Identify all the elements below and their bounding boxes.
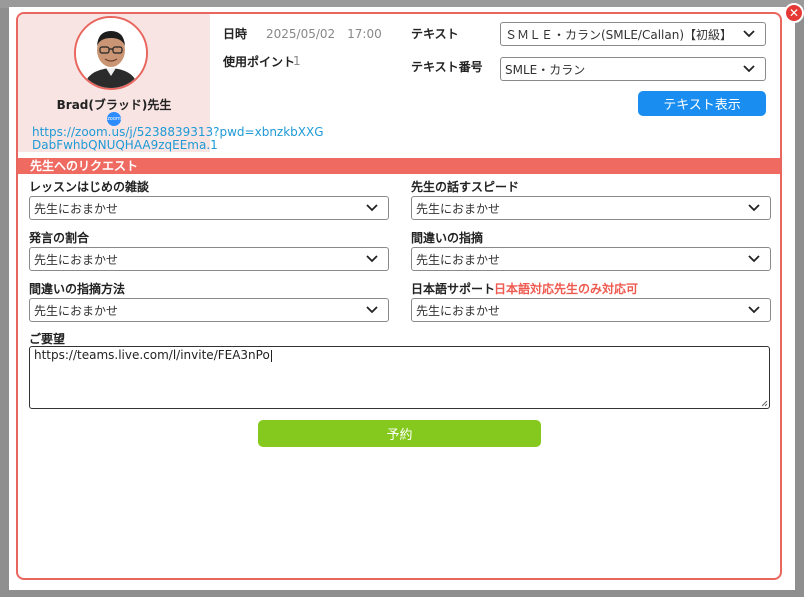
japanese-support-select[interactable]: 先生におまかせ (411, 298, 771, 322)
zoom-link[interactable]: https://zoom.us/j/5238839313?pwd=xbnzkbX… (32, 126, 332, 152)
datetime-value: 2025/05/02 17:00 (266, 27, 382, 41)
request-section-header: 先生へのリクエスト (18, 158, 780, 174)
text-number-select-value: SMLE・カラン (505, 62, 586, 77)
text-number-select[interactable]: SMLE・カラン (500, 57, 766, 81)
correction-select-value: 先生におまかせ (416, 252, 501, 267)
japanese-support-note: 日本語対応先生のみ対応可 (494, 282, 639, 296)
text-label: テキスト (411, 27, 459, 41)
text-number-label: テキスト番号 (411, 60, 483, 74)
modal-frame: Brad(ブラッド)先生 zoom https://zoom.us/j/5238… (16, 12, 782, 580)
points-label: 使用ポイント (223, 55, 296, 69)
text-select-value: ＳＭＬＥ・カラン(SMLE/Callan)【初級】 (505, 27, 733, 42)
resize-handle-icon[interactable] (761, 400, 768, 407)
text-select[interactable]: ＳＭＬＥ・カラン(SMLE/Callan)【初級】 (500, 22, 766, 46)
chevron-down-icon (366, 306, 378, 314)
datetime-label: 日時 (223, 27, 248, 41)
chevron-down-icon (743, 30, 755, 38)
correction-select[interactable]: 先生におまかせ (411, 247, 771, 271)
speed-select-value: 先生におまかせ (416, 201, 501, 216)
correction-method-select[interactable]: 先生におまかせ (29, 298, 389, 322)
show-text-button[interactable]: テキスト表示 (638, 91, 766, 116)
correction-method-label: 間違いの指摘方法 (29, 282, 126, 296)
chevron-down-icon (748, 204, 760, 212)
zoom-icon[interactable]: zoom (107, 112, 121, 126)
small-talk-label: レッスンはじめの雑談 (29, 180, 150, 194)
reservation-modal: Brad(ブラッド)先生 zoom https://zoom.us/j/5238… (9, 3, 804, 590)
teacher-name: Brad(ブラッド)先生 (56, 98, 172, 112)
reserve-button[interactable]: 予約 (258, 420, 541, 447)
wishes-text: https://teams.live.com/l/invite/FEA3nPo (34, 348, 270, 362)
wishes-label: ご要望 (29, 332, 66, 346)
japanese-support-select-value: 先生におまかせ (416, 303, 501, 318)
speaking-ratio-label: 発言の割合 (29, 231, 90, 245)
teacher-panel: Brad(ブラッド)先生 zoom https://zoom.us/j/5238… (18, 14, 324, 152)
teacher-avatar (74, 16, 148, 90)
points-value: 1 (293, 54, 301, 68)
teacher-photo-icon (76, 18, 146, 88)
chevron-down-icon (748, 306, 760, 314)
small-talk-select-value: 先生におまかせ (34, 201, 119, 216)
chevron-down-icon (366, 204, 378, 212)
chevron-down-icon (743, 65, 755, 73)
speed-select[interactable]: 先生におまかせ (411, 196, 771, 220)
speed-label: 先生の話すスピード (411, 180, 520, 194)
close-icon[interactable]: ✕ (784, 3, 804, 23)
correction-method-select-value: 先生におまかせ (34, 303, 119, 318)
small-talk-select[interactable]: 先生におまかせ (29, 196, 389, 220)
text-caret (270, 349, 272, 362)
chevron-down-icon (366, 255, 378, 263)
correction-label: 間違いの指摘 (411, 231, 484, 245)
speaking-ratio-select[interactable]: 先生におまかせ (29, 247, 389, 271)
speaking-ratio-select-value: 先生におまかせ (34, 252, 119, 267)
chevron-down-icon (748, 255, 760, 263)
wishes-textarea[interactable]: https://teams.live.com/l/invite/FEA3nPo (29, 346, 770, 409)
japanese-support-label: 日本語サポート (411, 282, 496, 296)
